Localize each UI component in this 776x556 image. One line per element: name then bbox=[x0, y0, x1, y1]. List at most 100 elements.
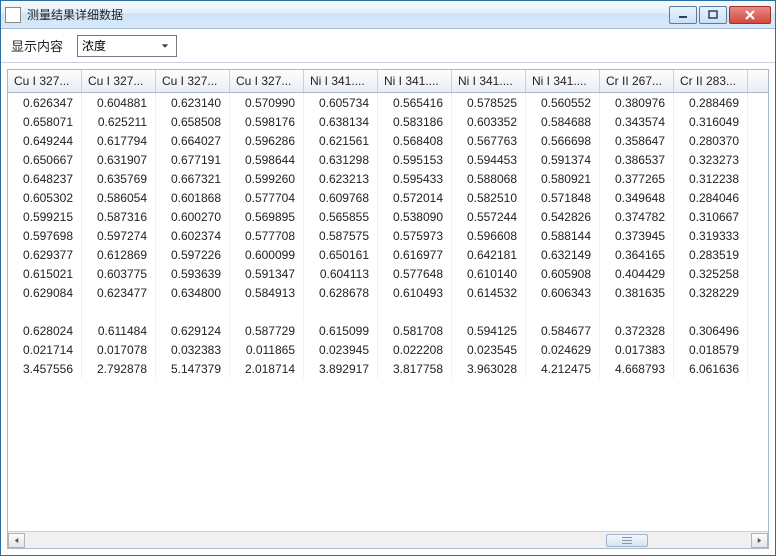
table-cell: 0.650667 bbox=[8, 150, 82, 169]
table-row[interactable]: 0.0217140.0170780.0323830.0118650.023945… bbox=[8, 340, 768, 359]
table-cell: 0.323273 bbox=[674, 150, 748, 169]
table-cell: 0.598176 bbox=[230, 112, 304, 131]
table-cell: 0.306496 bbox=[674, 321, 748, 340]
window-buttons bbox=[669, 6, 771, 24]
table-cell: 0.597698 bbox=[8, 226, 82, 245]
column-header[interactable]: Cu I 327... bbox=[82, 70, 156, 92]
table-cell: 0.632149 bbox=[526, 245, 600, 264]
table-body: 0.6263470.6048810.6231400.5709900.605734… bbox=[8, 93, 768, 531]
table-cell: 0.023945 bbox=[304, 340, 378, 359]
table-cell: 0.328229 bbox=[674, 283, 748, 302]
data-table: Cu I 327...Cu I 327...Cu I 327...Cu I 32… bbox=[7, 69, 769, 549]
table-cell: 0.377265 bbox=[600, 169, 674, 188]
table-cell: 0.584688 bbox=[526, 112, 600, 131]
table-cell: 0.372328 bbox=[600, 321, 674, 340]
table-row[interactable]: 0.6506670.6319070.6771910.5986440.631298… bbox=[8, 150, 768, 169]
table-row[interactable]: 3.4575562.7928785.1473792.0187143.892917… bbox=[8, 359, 768, 378]
table-cell: 0.577704 bbox=[230, 188, 304, 207]
table-row[interactable]: 0.6280240.6114840.6291240.5877290.615099… bbox=[8, 321, 768, 340]
table-cell: 0.591374 bbox=[526, 150, 600, 169]
table-row[interactable]: 0.5976980.5972740.6023740.5777080.587575… bbox=[8, 226, 768, 245]
table-cell: 0.386537 bbox=[600, 150, 674, 169]
table-cell: 0.349648 bbox=[600, 188, 674, 207]
table-cell: 0.629084 bbox=[8, 283, 82, 302]
table-cell: 0.600099 bbox=[230, 245, 304, 264]
minimize-button[interactable] bbox=[669, 6, 697, 24]
table-cell: 0.648237 bbox=[8, 169, 82, 188]
horizontal-scrollbar[interactable] bbox=[8, 531, 768, 548]
table-cell: 2.792878 bbox=[82, 359, 156, 378]
table-cell: 0.602374 bbox=[156, 226, 230, 245]
table-row[interactable]: 0.6482370.6357690.6673210.5992600.623213… bbox=[8, 169, 768, 188]
app-window: 测量结果详细数据 显示内容 浓度 Cu I 327...Cu I 327...C… bbox=[0, 0, 776, 556]
table-cell: 3.892917 bbox=[304, 359, 378, 378]
table-cell: 0.319333 bbox=[674, 226, 748, 245]
table-cell: 0.017078 bbox=[82, 340, 156, 359]
display-select[interactable]: 浓度 bbox=[77, 35, 177, 57]
table-cell: 0.623140 bbox=[156, 93, 230, 112]
table-cell: 0.587575 bbox=[304, 226, 378, 245]
table-cell: 0.018579 bbox=[674, 340, 748, 359]
scroll-track[interactable] bbox=[25, 533, 751, 548]
column-header[interactable]: Cr II 283... bbox=[674, 70, 748, 92]
table-cell: 0.570990 bbox=[230, 93, 304, 112]
column-header[interactable]: Cu I 327... bbox=[156, 70, 230, 92]
table-cell: 0.024629 bbox=[526, 340, 600, 359]
table-cell: 0.566698 bbox=[526, 131, 600, 150]
table-cell: 0.557244 bbox=[452, 207, 526, 226]
table-cell bbox=[230, 302, 304, 321]
table-cell: 0.626347 bbox=[8, 93, 82, 112]
table-row[interactable]: 0.5992150.5873160.6002700.5698950.565855… bbox=[8, 207, 768, 226]
table-row[interactable]: 0.6293770.6128690.5972260.6000990.650161… bbox=[8, 245, 768, 264]
table-cell: 0.380976 bbox=[600, 93, 674, 112]
table-cell: 0.631907 bbox=[82, 150, 156, 169]
table-row[interactable]: 0.6290840.6234770.6348000.5849130.628678… bbox=[8, 283, 768, 302]
table-row[interactable]: 0.6053020.5860540.6018680.5777040.609768… bbox=[8, 188, 768, 207]
column-header[interactable]: Cr II 267... bbox=[600, 70, 674, 92]
window-title: 测量结果详细数据 bbox=[27, 6, 669, 23]
table-cell: 0.615021 bbox=[8, 264, 82, 283]
table-cell: 0.605908 bbox=[526, 264, 600, 283]
maximize-button[interactable] bbox=[699, 6, 727, 24]
table-row[interactable] bbox=[8, 302, 768, 321]
scroll-right-button[interactable] bbox=[751, 533, 768, 548]
table-cell: 0.577648 bbox=[378, 264, 452, 283]
table-cell: 0.560552 bbox=[526, 93, 600, 112]
table-cell: 0.634800 bbox=[156, 283, 230, 302]
table-row[interactable]: 0.6492440.6177940.6640270.5962860.621561… bbox=[8, 131, 768, 150]
table-cell: 0.373945 bbox=[600, 226, 674, 245]
table-cell: 0.588144 bbox=[526, 226, 600, 245]
table-cell: 0.381635 bbox=[600, 283, 674, 302]
table-cell: 0.572014 bbox=[378, 188, 452, 207]
scroll-left-button[interactable] bbox=[8, 533, 25, 548]
table-cell: 0.629124 bbox=[156, 321, 230, 340]
column-header[interactable]: Ni I 341.... bbox=[378, 70, 452, 92]
table-row[interactable]: 0.6263470.6048810.6231400.5709900.605734… bbox=[8, 93, 768, 112]
table-cell: 0.667321 bbox=[156, 169, 230, 188]
scroll-thumb[interactable] bbox=[606, 534, 648, 547]
table-cell: 0.316049 bbox=[674, 112, 748, 131]
table-cell: 0.597226 bbox=[156, 245, 230, 264]
column-header[interactable]: Cu I 327... bbox=[8, 70, 82, 92]
table-row[interactable]: 0.6150210.6037750.5936390.5913470.604113… bbox=[8, 264, 768, 283]
column-header[interactable]: Cu I 327... bbox=[230, 70, 304, 92]
column-header[interactable]: Ni I 341.... bbox=[304, 70, 378, 92]
table-cell: 0.591347 bbox=[230, 264, 304, 283]
table-cell: 0.582510 bbox=[452, 188, 526, 207]
table-cell: 0.649244 bbox=[8, 131, 82, 150]
table-cell: 0.404429 bbox=[600, 264, 674, 283]
table-cell: 0.631298 bbox=[304, 150, 378, 169]
table-cell: 0.600270 bbox=[156, 207, 230, 226]
table-cell: 0.032383 bbox=[156, 340, 230, 359]
table-cell: 0.616977 bbox=[378, 245, 452, 264]
table-cell: 0.538090 bbox=[378, 207, 452, 226]
table-cell: 0.601868 bbox=[156, 188, 230, 207]
close-button[interactable] bbox=[729, 6, 771, 24]
column-header[interactable]: Ni I 341.... bbox=[526, 70, 600, 92]
column-header[interactable]: Ni I 341.... bbox=[452, 70, 526, 92]
table-cell: 0.288469 bbox=[674, 93, 748, 112]
table-cell: 0.577708 bbox=[230, 226, 304, 245]
table-cell: 0.593639 bbox=[156, 264, 230, 283]
table-row[interactable]: 0.6580710.6252110.6585080.5981760.638134… bbox=[8, 112, 768, 131]
table-cell bbox=[8, 302, 82, 321]
